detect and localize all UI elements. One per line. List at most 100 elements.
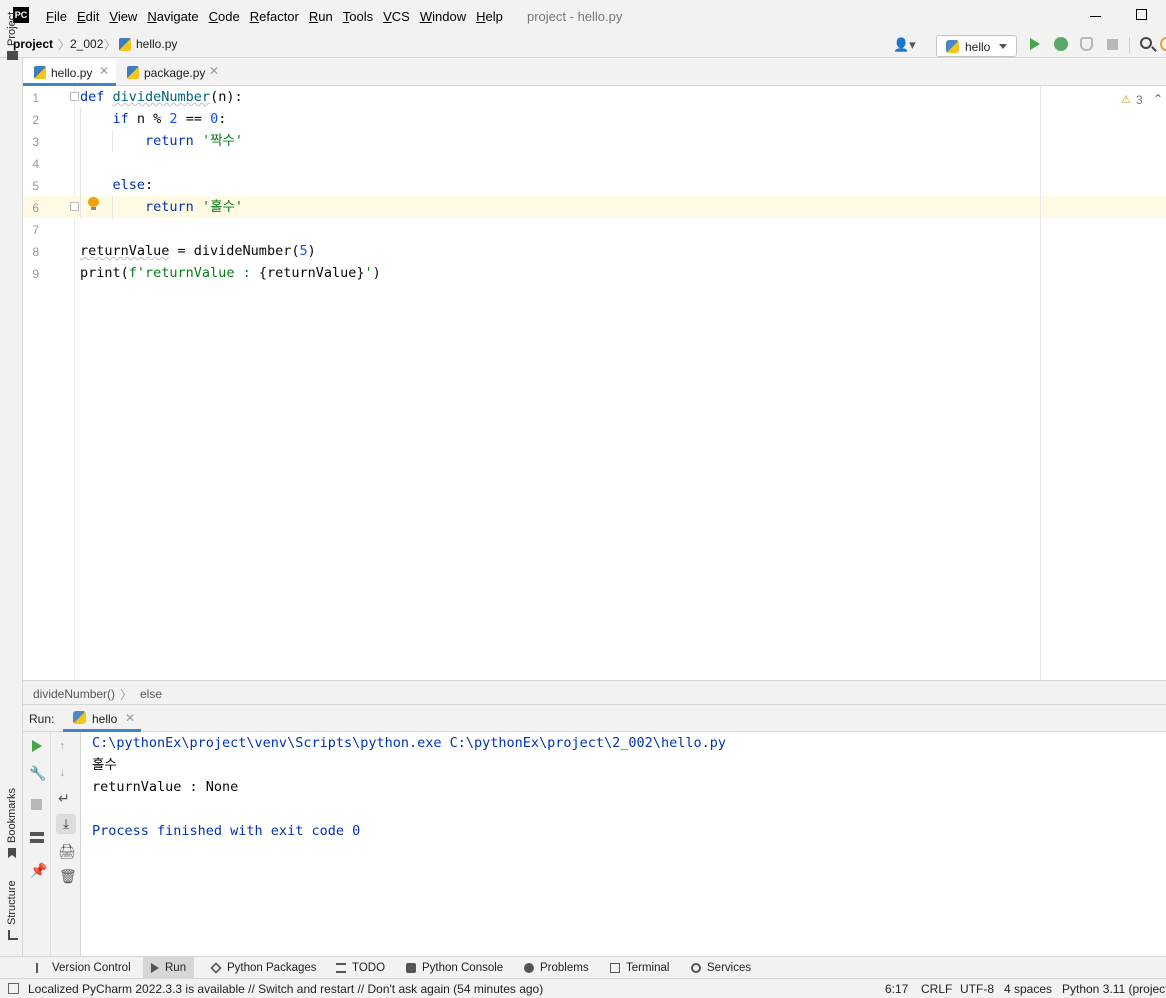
arrow-up-icon[interactable]: ↑ xyxy=(59,738,66,753)
python-icon xyxy=(946,40,959,53)
arrow-down-icon[interactable]: ↓ xyxy=(59,764,66,779)
menu-refactor[interactable]: Refactor xyxy=(250,9,299,24)
tool-window-label: TODO xyxy=(352,961,386,974)
line-number: 9 xyxy=(32,267,39,281)
close-icon[interactable]: ✕ xyxy=(209,64,219,78)
tab-hello-py[interactable]: hello.py ✕ xyxy=(23,59,116,86)
code-text: : xyxy=(218,111,227,127)
run-icon[interactable] xyxy=(1030,38,1040,50)
tool-tab-bookmarks[interactable]: Bookmarks xyxy=(6,788,18,843)
code-breadcrumb-else[interactable]: else xyxy=(140,687,162,701)
tool-window-python-console[interactable]: Python Console xyxy=(398,957,511,978)
tab-package-py[interactable]: package.py ✕ xyxy=(116,59,228,86)
indent-setting[interactable]: 4 spaces xyxy=(1004,982,1052,996)
search-icon[interactable] xyxy=(1140,37,1152,49)
tool-window-version-control[interactable]: Version Control xyxy=(28,957,139,978)
run-console[interactable] xyxy=(81,732,1166,956)
breadcrumb-file[interactable]: hello.py xyxy=(136,37,177,51)
status-toggle-icon[interactable] xyxy=(8,983,19,994)
warning-icon[interactable]: ⚠ xyxy=(1121,93,1131,106)
stop-icon[interactable] xyxy=(31,799,42,810)
list-icon xyxy=(336,962,346,973)
menu-navigate[interactable]: Navigate xyxy=(147,9,198,24)
breadcrumb-separator: 〉 xyxy=(120,688,133,702)
keyword: return xyxy=(145,199,194,215)
warning-count[interactable]: 3 xyxy=(1136,93,1143,107)
string-literal: '홀수' xyxy=(201,199,244,215)
code-text: (n): xyxy=(210,89,243,105)
trash-icon[interactable]: 🗑 xyxy=(59,868,77,885)
menu-file[interactable]: File xyxy=(46,9,67,24)
tool-tab-structure[interactable]: Structure xyxy=(6,880,18,925)
file-encoding[interactable]: UTF-8 xyxy=(960,982,994,996)
console-line: C:\pythonEx\project\venv\Scripts\python.… xyxy=(92,735,726,751)
terminal-icon xyxy=(610,962,620,973)
close-icon[interactable]: ✕ xyxy=(99,64,109,78)
chevron-down-icon xyxy=(999,44,1007,49)
fold-marker-icon[interactable] xyxy=(70,92,79,101)
services-icon xyxy=(691,962,701,973)
tab-label: package.py xyxy=(144,66,206,80)
breadcrumb-folder[interactable]: 2_002 xyxy=(70,37,103,51)
string-literal: ' xyxy=(364,265,373,281)
debug-icon[interactable] xyxy=(1054,37,1068,51)
layers-icon xyxy=(210,961,222,974)
menu-help[interactable]: Help xyxy=(476,9,503,24)
scroll-to-end-icon[interactable]: ⤓ xyxy=(56,814,76,834)
print-icon[interactable]: 🖨 xyxy=(58,843,76,860)
code-breadcrumb-bar: divideNumber() 〉 else xyxy=(23,680,1166,705)
tool-window-run[interactable]: Run xyxy=(143,957,195,978)
line-separator[interactable]: CRLF xyxy=(921,982,952,996)
coverage-icon[interactable] xyxy=(1080,37,1093,51)
tool-tab-project[interactable]: Project xyxy=(6,12,18,46)
code-line-2: if n % 2 == 0: xyxy=(80,108,227,130)
breadcrumb-separator: 〉 xyxy=(58,38,71,52)
rerun-icon[interactable] xyxy=(32,740,42,752)
tool-window-python-packages[interactable]: Python Packages xyxy=(203,957,325,978)
menu-window[interactable]: Window xyxy=(420,9,466,24)
editor-gutter[interactable] xyxy=(23,86,75,680)
branch-icon xyxy=(36,962,46,973)
soft-wrap-icon[interactable]: ↵ xyxy=(58,790,70,807)
tool-window-bar: Version Control Run Python Packages TODO… xyxy=(0,956,1166,978)
run-config-dropdown[interactable]: hello xyxy=(936,35,1017,57)
function-name: divideNumber xyxy=(112,89,211,105)
wrench-icon[interactable]: 🔧 xyxy=(29,765,46,782)
console-line: 홀수 xyxy=(92,757,117,773)
run-tab-hello[interactable]: hello ✕ xyxy=(63,705,141,732)
fold-marker-icon[interactable] xyxy=(70,202,79,211)
console-line: returnValue : None xyxy=(92,779,239,795)
line-number: 7 xyxy=(32,223,39,237)
menu-tools[interactable]: Tools xyxy=(343,9,373,24)
code-line-3: return '짝수' xyxy=(80,130,243,152)
tool-window-problems[interactable]: Problems xyxy=(516,957,597,978)
code-breadcrumb-function[interactable]: divideNumber() xyxy=(33,687,115,701)
menu-vcs[interactable]: VCS xyxy=(383,9,410,24)
menu-view[interactable]: View xyxy=(109,9,137,24)
menu-code[interactable]: Code xyxy=(209,9,240,24)
minimize-button[interactable] xyxy=(1087,8,1103,24)
chevron-up-icon[interactable]: ⌃ xyxy=(1153,92,1163,106)
tool-window-label: Services xyxy=(707,961,752,974)
stop-icon[interactable] xyxy=(1107,39,1118,50)
close-icon[interactable]: ✕ xyxy=(125,711,135,725)
caret-position[interactable]: 6:17 xyxy=(885,982,908,996)
tool-window-terminal[interactable]: Terminal xyxy=(602,957,677,978)
fstring-expression: {returnValue} xyxy=(258,265,365,281)
tool-window-todo[interactable]: TODO xyxy=(328,957,393,978)
code-text: ) xyxy=(307,243,316,259)
python-interpreter[interactable]: Python 3.11 (project) xyxy=(1062,982,1166,996)
pin-icon[interactable]: 📌 xyxy=(30,862,47,879)
update-icon[interactable] xyxy=(1160,37,1166,51)
breadcrumb-project[interactable]: project xyxy=(13,37,53,51)
title-bar: PC File Edit View Navigate Code Refactor… xyxy=(0,0,1166,32)
problems-icon xyxy=(524,962,534,973)
tool-window-services[interactable]: Services xyxy=(683,957,759,978)
menu-edit[interactable]: Edit xyxy=(77,9,99,24)
menu-run[interactable]: Run xyxy=(309,9,333,24)
maximize-button[interactable] xyxy=(1136,9,1147,20)
status-message[interactable]: Localized PyCharm 2022.3.3 is available … xyxy=(28,982,543,996)
user-icon[interactable]: 👤▾ xyxy=(893,37,919,53)
layout-icon[interactable] xyxy=(30,832,44,843)
code-editor[interactable] xyxy=(75,86,1166,680)
